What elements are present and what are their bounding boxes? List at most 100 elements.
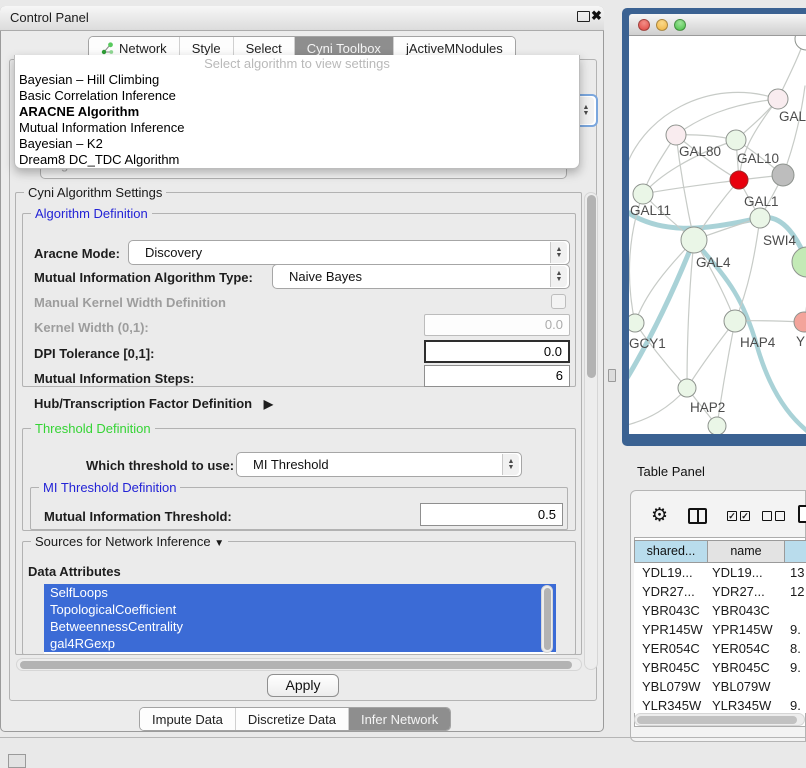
network-node[interactable] — [633, 184, 653, 204]
tab-network-label: Network — [119, 41, 167, 56]
settings-vertical-scrollbar[interactable] — [584, 192, 598, 670]
network-node[interactable] — [726, 130, 746, 150]
data-attribute-item[interactable]: TopologicalCoefficient — [44, 601, 556, 618]
network-window-titlebar[interactable] — [629, 14, 806, 36]
attributes-scrollbar[interactable] — [541, 585, 553, 653]
network-node[interactable] — [792, 247, 806, 277]
column-header-partial[interactable] — [785, 540, 806, 563]
data-attribute-item[interactable]: SelfLoops — [44, 584, 556, 601]
table-row[interactable]: YBL079WYBL079W — [634, 677, 806, 696]
mi-threshold-input[interactable]: 0.5 — [420, 503, 563, 526]
sources-legend[interactable]: Sources for Network Inference ▼ — [31, 534, 228, 551]
hub-definition-label: Hub/Transcription Factor Definition — [34, 396, 252, 411]
apply-button[interactable]: Apply — [267, 674, 339, 697]
settings-horizontal-scrollbar[interactable] — [16, 658, 582, 671]
dpi-tolerance-input[interactable]: 0.0 — [424, 340, 570, 363]
table-header-row: shared... name — [634, 540, 806, 563]
close-light-icon[interactable] — [638, 19, 650, 31]
table-cell — [785, 601, 806, 620]
table-row[interactable]: YBR045CYBR045C9. — [634, 658, 806, 677]
mi-threshold-legend: MI Threshold Definition — [39, 480, 180, 495]
kernel-width-input[interactable]: 0.0 — [424, 314, 570, 336]
mi-type-value: Naive Bayes — [289, 265, 362, 288]
mi-steps-input[interactable]: 6 — [424, 365, 570, 387]
data-attribute-item[interactable]: BetweennessCentrality — [44, 618, 556, 635]
table-row[interactable]: YDR27...YDR27...12 — [634, 582, 806, 601]
columns-icon[interactable] — [688, 508, 707, 524]
table-cell: YBL079W — [708, 677, 785, 696]
node-label: GAL80 — [679, 144, 721, 159]
uncheck-all-icon[interactable] — [762, 511, 772, 521]
algorithm-option[interactable]: Basic Correlation Inference — [15, 88, 579, 104]
tab-discretize-data[interactable]: Discretize Data — [235, 708, 348, 730]
kernel-width-label: Kernel Width (0,1): — [34, 320, 149, 335]
table-cell: YBR045C — [634, 658, 708, 677]
table-cell: YPR145W — [634, 620, 708, 639]
network-node[interactable] — [629, 314, 644, 332]
tab-impute-data[interactable]: Impute Data — [140, 708, 235, 730]
network-canvas[interactable]: GALGAL80GAL10GAL1GAL11SWI4GAL4GCY1HAP4YH… — [629, 36, 806, 434]
network-node[interactable] — [724, 310, 746, 332]
algorithm-list: Bayesian – Hill ClimbingBasic Correlatio… — [15, 72, 579, 168]
network-edge[interactable] — [629, 388, 687, 426]
network-node[interactable] — [794, 312, 806, 332]
network-node[interactable] — [768, 89, 788, 109]
network-node[interactable] — [678, 379, 696, 397]
minimize-light-icon[interactable] — [656, 19, 668, 31]
network-edge[interactable] — [687, 240, 694, 388]
tab-style-label: Style — [192, 41, 221, 56]
zoom-light-icon[interactable] — [674, 19, 686, 31]
data-attribute-item[interactable]: gal4RGexp — [44, 635, 556, 652]
network-node[interactable] — [708, 417, 726, 434]
network-node[interactable] — [681, 227, 707, 253]
network-edge[interactable] — [735, 218, 760, 321]
network-node[interactable] — [795, 36, 806, 50]
gear-icon[interactable]: ⚙ — [651, 506, 668, 525]
collapse-down-icon: ▼ — [214, 538, 224, 549]
dpi-tolerance-label: DPI Tolerance [0,1]: — [34, 346, 154, 361]
manual-kernel-checkbox[interactable] — [551, 294, 566, 309]
table-cell: YDL19... — [634, 563, 708, 582]
table-row[interactable]: YBR043CYBR043C — [634, 601, 806, 620]
corner-widget[interactable] — [8, 754, 26, 768]
network-edge[interactable] — [643, 180, 739, 194]
table-row[interactable]: YPR145WYPR145W9. — [634, 620, 806, 639]
mi-type-combo[interactable]: Naive Bayes ▲▼ — [272, 264, 570, 289]
algorithm-option[interactable]: Dream8 DC_TDC Algorithm — [15, 152, 579, 168]
stepper-arrows-icon: ▲▼ — [550, 266, 567, 287]
table-horizontal-scrollbar[interactable] — [634, 713, 805, 726]
document-icon[interactable] — [798, 505, 806, 523]
table-row[interactable]: YER054CYER054C8. — [634, 639, 806, 658]
network-node[interactable] — [666, 125, 686, 145]
close-panel-icon[interactable]: ✖ — [591, 9, 602, 23]
algorithm-option[interactable]: Bayesian – K2 — [15, 136, 579, 152]
panel-divider-grip[interactable] — [608, 369, 616, 382]
which-threshold-label: Which threshold to use: — [86, 458, 234, 473]
algorithm-option[interactable]: Mutual Information Inference — [15, 120, 579, 136]
column-header-name[interactable]: name — [708, 540, 785, 563]
network-node[interactable] — [750, 208, 770, 228]
column-header-shared-name[interactable]: shared... — [634, 540, 708, 563]
node-label: GAL1 — [744, 194, 779, 209]
which-threshold-combo[interactable]: MI Threshold ▲▼ — [236, 452, 522, 477]
check-all-icon[interactable]: ✓ — [727, 511, 737, 521]
table-row[interactable]: YLR345WYLR345W9. — [634, 696, 806, 713]
uncheck-all-icon[interactable] — [775, 511, 785, 521]
cyni-algorithm-settings-legend: Cyni Algorithm Settings — [24, 185, 166, 200]
network-node[interactable] — [730, 171, 748, 189]
mi-type-label: Mutual Information Algorithm Type: — [34, 270, 253, 285]
aracne-mode-combo[interactable]: Discovery ▲▼ — [128, 240, 570, 265]
algorithm-option[interactable]: Bayesian – Hill Climbing — [15, 72, 579, 88]
tab-jactivemnodules-label: jActiveMNodules — [406, 41, 503, 56]
network-node[interactable] — [772, 164, 794, 186]
table-cell: YDR27... — [708, 582, 785, 601]
check-all-icon[interactable]: ✓ — [740, 511, 750, 521]
network-edge[interactable] — [676, 99, 778, 135]
algorithm-definition-legend: Algorithm Definition — [31, 206, 152, 221]
float-window-icon[interactable] — [577, 11, 590, 22]
network-edge[interactable] — [687, 321, 735, 388]
tab-infer-network[interactable]: Infer Network — [348, 708, 450, 730]
algorithm-option[interactable]: ARACNE Algorithm — [15, 104, 579, 120]
hub-definition-toggle[interactable]: Hub/Transcription Factor Definition ▶ — [34, 396, 273, 411]
table-row[interactable]: YDL19...YDL19...13 — [634, 563, 806, 582]
